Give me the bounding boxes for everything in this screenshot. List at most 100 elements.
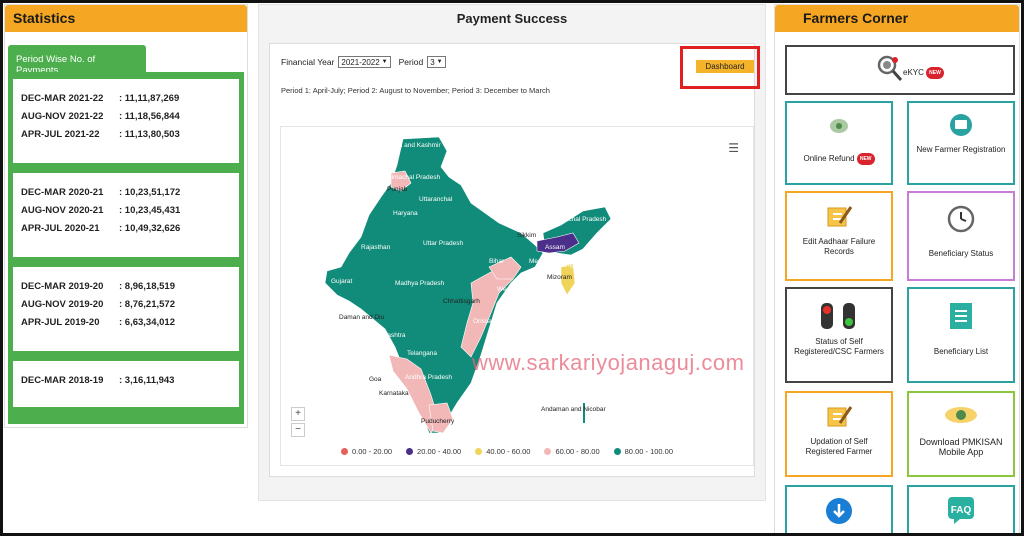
stats-row: APR-JUL 2019-20: 6,63,34,012 xyxy=(21,317,175,328)
state-label: Gujarat xyxy=(331,278,353,285)
self-registered-status-tile[interactable]: Status of Self Registered/CSC Farmers xyxy=(785,287,893,383)
period-select[interactable]: 3 ▼ xyxy=(427,56,446,68)
zoom-out-button[interactable]: − xyxy=(291,423,305,437)
payment-map-panel: Financial Year 2021-2022 ▼ Period 3 ▼ Peri… xyxy=(269,43,760,477)
state-label: Orissa xyxy=(473,318,492,325)
legend-dot xyxy=(475,448,483,455)
legend-item[interactable]: 0.00 - 20.00 xyxy=(341,447,392,456)
state-label: Mizoram xyxy=(547,274,572,281)
dashboard-button[interactable]: Dashboard xyxy=(696,60,754,73)
legend-dot xyxy=(341,448,348,455)
watermark: www.sarkariyojanaguj.com xyxy=(472,350,745,375)
stats-row: DEC-MAR 2021-22: 11,11,87,269 xyxy=(21,93,180,104)
legend-item[interactable]: 80.00 - 100.00 xyxy=(613,447,673,456)
new-badge: NEW xyxy=(926,67,944,79)
state-label: Karnataka xyxy=(379,390,409,397)
legend-dot xyxy=(544,448,552,455)
legend-dot xyxy=(613,448,621,455)
download-app-tile[interactable]: Download PMKISAN Mobile App xyxy=(907,391,1015,477)
hamburger-icon[interactable]: ☰ xyxy=(728,141,739,155)
online-refund-label: Online Refund xyxy=(803,154,855,164)
legend-item[interactable]: 40.00 - 60.00 xyxy=(475,447,530,456)
stats-row: AUG-NOV 2021-22: 11,18,56,844 xyxy=(21,111,180,122)
state-label: Haryana xyxy=(393,210,418,217)
download-tile[interactable] xyxy=(785,485,893,536)
stats-row: APR-JUL 2020-21: 10,49,32,626 xyxy=(21,223,181,234)
payment-success-panel: Payment Success Financial Year 2021-2022… xyxy=(258,4,766,501)
edit-icon xyxy=(827,406,853,427)
tab-period-wise-payments[interactable]: Period Wise No. of Payments xyxy=(8,45,146,76)
india-map: ☰ Jammu and Kashmir Himachal Pradesh Pun… xyxy=(280,126,754,466)
state-label: Himachal Pradesh xyxy=(387,174,440,181)
beneficiary-list-tile[interactable]: Beneficiary List xyxy=(907,287,1015,383)
legend-dot xyxy=(406,448,414,455)
faq-tile[interactable]: FAQ xyxy=(907,485,1015,536)
stats-card-2019-20: DEC-MAR 2019-20: 8,96,18,519 AUG-NOV 201… xyxy=(13,267,239,351)
stats-row: DEC-MAR 2020-21: 10,23,51,172 xyxy=(21,187,181,198)
dashboard-highlight: Dashboard xyxy=(680,46,760,89)
clock-icon xyxy=(947,205,975,233)
financial-year-label: Financial Year xyxy=(281,57,335,67)
stats-card-2018-19: DEC-MAR 2018-19: 3,16,11,943 xyxy=(13,361,239,407)
statistics-title: Statistics xyxy=(5,5,247,32)
state-label: Telangana xyxy=(407,350,437,357)
map-legend: 0.00 - 20.00 20.00 - 40.00 40.00 - 60.00… xyxy=(341,447,673,456)
state-label: Bihar xyxy=(489,258,505,265)
online-refund-tile[interactable]: Online Refund NEW xyxy=(785,101,893,185)
state-label: Goa xyxy=(369,376,382,383)
legend-item[interactable]: 60.00 - 80.00 xyxy=(544,447,600,456)
legend-item[interactable]: 20.00 - 40.00 xyxy=(406,447,461,456)
stats-row: AUG-NOV 2020-21: 10,23,45,431 xyxy=(21,205,181,216)
state-label: Rajasthan xyxy=(361,244,391,251)
state-label: Manipur xyxy=(557,262,581,269)
stats-card-2021-22: DEC-MAR 2021-22: 11,11,87,269 AUG-NOV 20… xyxy=(13,79,239,163)
download-icon xyxy=(826,498,852,524)
stats-card-2020-21: DEC-MAR 2020-21: 10,23,51,172 AUG-NOV 20… xyxy=(13,173,239,257)
list-icon xyxy=(950,303,972,329)
filter-controls: Financial Year 2021-2022 ▼ Period 3 ▼ xyxy=(281,56,446,68)
beneficiary-list-label: Beneficiary List xyxy=(933,347,989,356)
edit-aadhaar-tile[interactable]: Edit Aadhaar Failure Records xyxy=(785,191,893,281)
registration-icon xyxy=(950,114,972,136)
period-note: Period 1: April-July; Period 2: August t… xyxy=(281,86,550,95)
state-label: Arunachal Pradesh xyxy=(551,216,607,223)
state-label: Uttar Pradesh xyxy=(423,240,463,247)
state-label: Andaman and Nicobar xyxy=(541,406,607,413)
chevron-down-icon: ▼ xyxy=(436,58,443,65)
new-badge: NEW xyxy=(856,153,875,165)
statistics-panel: Statistics Period Wise No. of Payments D… xyxy=(4,4,248,428)
zoom-in-button[interactable]: + xyxy=(291,407,305,421)
update-self-registered-label: Updation of Self Registered Farmer xyxy=(805,437,873,456)
state-label: Uttaranchal xyxy=(419,196,453,203)
state-label: Puducherry xyxy=(421,418,455,425)
financial-year-select[interactable]: 2021-2022 ▼ xyxy=(338,56,391,68)
state-label: Chhattisgarh xyxy=(443,298,480,305)
payment-success-title: Payment Success xyxy=(456,11,568,26)
state-label: Punjab xyxy=(387,186,408,193)
chevron-down-icon: ▼ xyxy=(381,58,388,65)
refund-icon xyxy=(830,119,848,133)
farmers-corner-title: Farmers Corner xyxy=(775,5,1019,32)
traffic-light-icon xyxy=(821,303,855,329)
state-label: West Bengal xyxy=(497,286,534,293)
pmkisan-logo-icon xyxy=(945,407,977,423)
new-farmer-registration-label: New Farmer Registration xyxy=(916,145,1006,154)
state-label: Assam xyxy=(545,244,565,251)
new-farmer-registration-tile[interactable]: New Farmer Registration xyxy=(907,101,1015,185)
self-registered-status-label: Status of Self Registered/CSC Farmers xyxy=(794,337,884,356)
svg-text:FAQ: FAQ xyxy=(951,505,972,516)
stats-row: DEC-MAR 2018-19: 3,16,11,943 xyxy=(21,375,175,386)
ekyc-label: eKYC xyxy=(903,68,924,78)
beneficiary-status-tile[interactable]: Beneficiary Status xyxy=(907,191,1015,281)
download-app-label: Download PMKISAN Mobile App xyxy=(919,437,1003,457)
ekyc-tile[interactable]: eKYC NEW xyxy=(785,45,1015,95)
update-self-registered-tile[interactable]: Updation of Self Registered Farmer xyxy=(785,391,893,477)
payments-box: DEC-MAR 2021-22: 11,11,87,269 AUG-NOV 20… xyxy=(8,72,244,424)
state-label: Daman and Diu xyxy=(339,314,385,321)
stats-row: DEC-MAR 2019-20: 8,96,18,519 xyxy=(21,281,175,292)
edit-aadhaar-label: Edit Aadhaar Failure Records xyxy=(802,237,876,256)
state-label: Sikkim xyxy=(517,232,536,239)
india-map-svg: Jammu and Kashmir Himachal Pradesh Punja… xyxy=(324,136,612,434)
stats-row: AUG-NOV 2019-20: 8,76,21,572 xyxy=(21,299,175,310)
state-label: Madhya Pradesh xyxy=(395,280,445,287)
